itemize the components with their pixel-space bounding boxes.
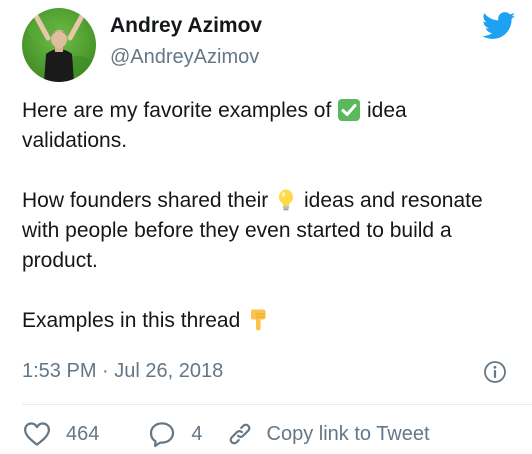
tweet-actions: 464 4 Copy link to Tweet (22, 418, 430, 450)
info-icon[interactable] (483, 360, 507, 384)
light-bulb-emoji (279, 189, 294, 211)
avatar-image (28, 13, 94, 82)
divider (22, 404, 532, 405)
tweet-text: Here are my favorite examples of idea va… (22, 96, 512, 336)
tweet-line1-pre: Here are my favorite examples of (22, 99, 332, 122)
reply-icon (150, 422, 175, 448)
link-icon (229, 423, 250, 445)
copy-link-label: Copy link to Tweet (266, 422, 430, 445)
like-button[interactable]: 464 (22, 419, 99, 449)
check-mark-button-emoji (338, 99, 361, 121)
reply-count: 4 (191, 422, 203, 445)
tweet-card: Andrey Azimov @AndreyAzimov Here are my … (0, 0, 532, 454)
twitter-bird-icon[interactable] (482, 12, 516, 40)
copy-link-button[interactable]: Copy link to Tweet (225, 419, 430, 449)
tweet-paragraph-3: Examples in this thread (22, 306, 512, 336)
tweet-paragraph-2: How founders shared their ideas and reso… (22, 186, 512, 276)
tweet-paragraph-1: Here are my favorite examples of idea va… (22, 96, 512, 156)
author-name[interactable]: Andrey Azimov (110, 14, 262, 38)
author-handle[interactable]: @AndreyAzimov (110, 46, 259, 69)
tweet-timestamp[interactable]: 1:53 PM · Jul 26, 2018 (22, 360, 223, 383)
reply-button[interactable]: 4 (147, 419, 203, 449)
heart-icon (24, 422, 50, 446)
avatar[interactable] (22, 8, 96, 82)
backhand-index-pointing-down-emoji (251, 309, 266, 331)
like-count: 464 (66, 422, 100, 445)
tweet-para2-pre: How founders shared their (22, 189, 269, 212)
tweet-para3-text: Examples in this thread (22, 309, 241, 332)
